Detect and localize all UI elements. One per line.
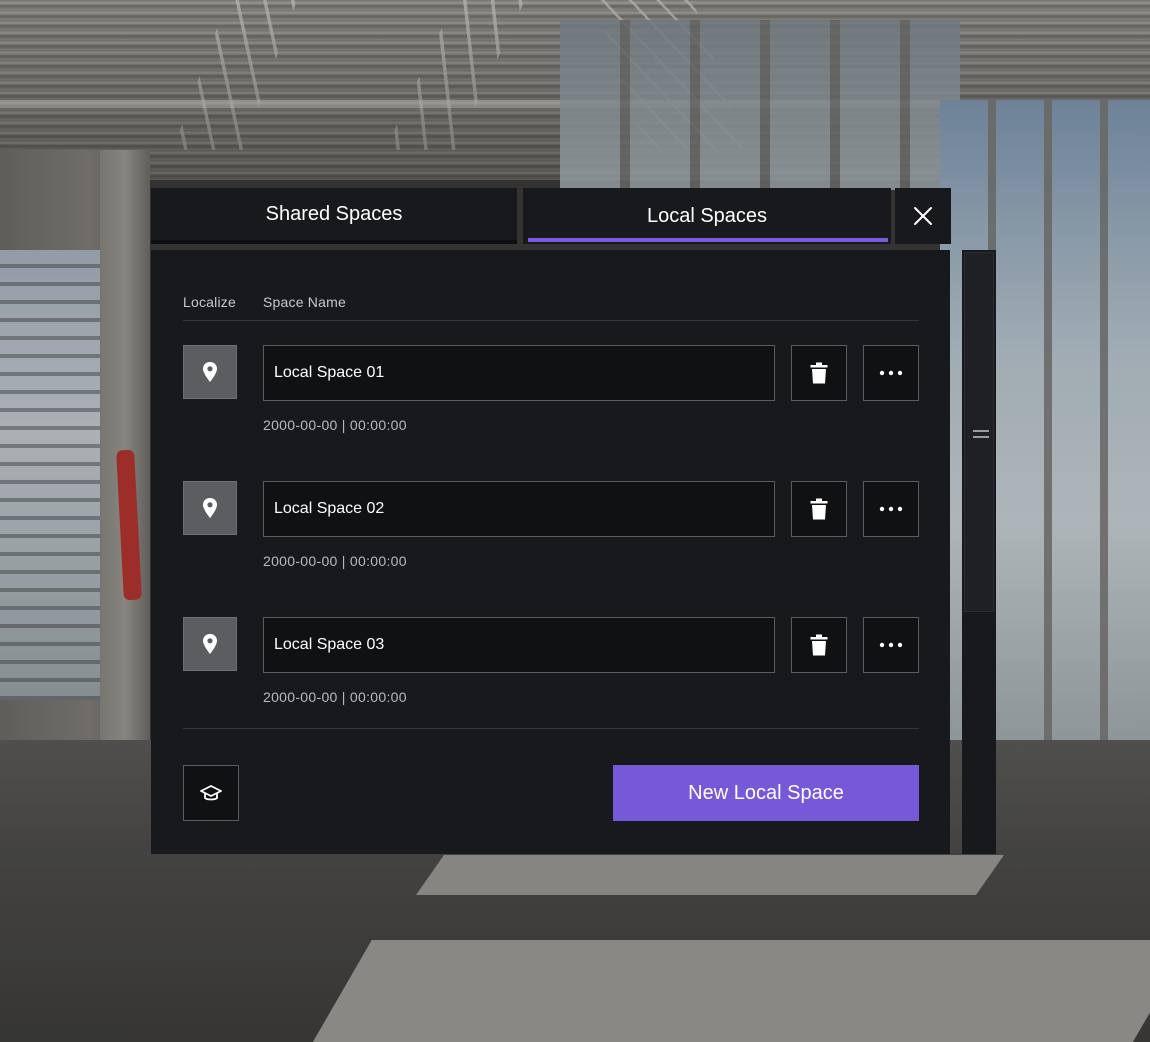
space-name-field[interactable]: Local Space 02 xyxy=(263,481,775,537)
localize-button[interactable] xyxy=(183,617,237,671)
column-header-localize: Localize xyxy=(183,294,236,310)
graduation-cap-icon xyxy=(200,785,222,801)
tab-shared-spaces[interactable]: Shared Spaces xyxy=(151,188,517,244)
map-pin-icon xyxy=(203,498,217,518)
space-timestamp: 2000-00-00 | 00:00:00 xyxy=(263,553,407,569)
tab-label: Shared Spaces xyxy=(265,202,403,225)
footer-divider xyxy=(183,728,919,729)
drag-handle-icon xyxy=(973,430,989,438)
close-button[interactable] xyxy=(895,188,951,244)
trash-icon xyxy=(810,362,828,384)
delete-button[interactable] xyxy=(791,345,847,401)
tab-local-spaces[interactable]: Local Spaces xyxy=(523,188,891,244)
space-name-field[interactable]: Local Space 01 xyxy=(263,345,775,401)
header-divider xyxy=(183,320,919,321)
more-horizontal-icon xyxy=(879,642,903,648)
close-icon xyxy=(914,207,932,225)
trash-icon xyxy=(810,498,828,520)
space-row: Local Space 01 2000-00-00 | 00:00:00 xyxy=(151,345,950,445)
delete-button[interactable] xyxy=(791,617,847,673)
space-row: Local Space 02 2000-00-00 | 00:00:00 xyxy=(151,481,950,581)
space-name-field[interactable]: Local Space 03 xyxy=(263,617,775,673)
local-spaces-panel: Localize Space Name Local Space 01 2000-… xyxy=(151,250,950,854)
space-timestamp: 2000-00-00 | 00:00:00 xyxy=(263,689,407,705)
localize-button[interactable] xyxy=(183,481,237,535)
more-horizontal-icon xyxy=(879,370,903,376)
trash-icon xyxy=(810,634,828,656)
tutorial-button[interactable] xyxy=(183,765,239,821)
scrollbar-thumb[interactable] xyxy=(964,252,994,612)
more-options-button[interactable] xyxy=(863,345,919,401)
tab-bar: Shared Spaces Local Spaces xyxy=(151,188,891,244)
map-pin-icon xyxy=(203,362,217,382)
new-local-space-button[interactable]: New Local Space xyxy=(613,765,919,821)
more-options-button[interactable] xyxy=(863,617,919,673)
active-tab-indicator xyxy=(528,238,888,242)
new-local-space-label: New Local Space xyxy=(688,781,844,804)
delete-button[interactable] xyxy=(791,481,847,537)
space-row: Local Space 03 2000-00-00 | 00:00:00 xyxy=(151,617,950,717)
map-pin-icon xyxy=(203,634,217,654)
more-options-button[interactable] xyxy=(863,481,919,537)
scrollbar[interactable] xyxy=(962,250,996,854)
tab-label: Local Spaces xyxy=(646,204,768,227)
localize-button[interactable] xyxy=(183,345,237,399)
more-horizontal-icon xyxy=(879,506,903,512)
space-timestamp: 2000-00-00 | 00:00:00 xyxy=(263,417,407,433)
column-header-space-name: Space Name xyxy=(263,294,346,310)
